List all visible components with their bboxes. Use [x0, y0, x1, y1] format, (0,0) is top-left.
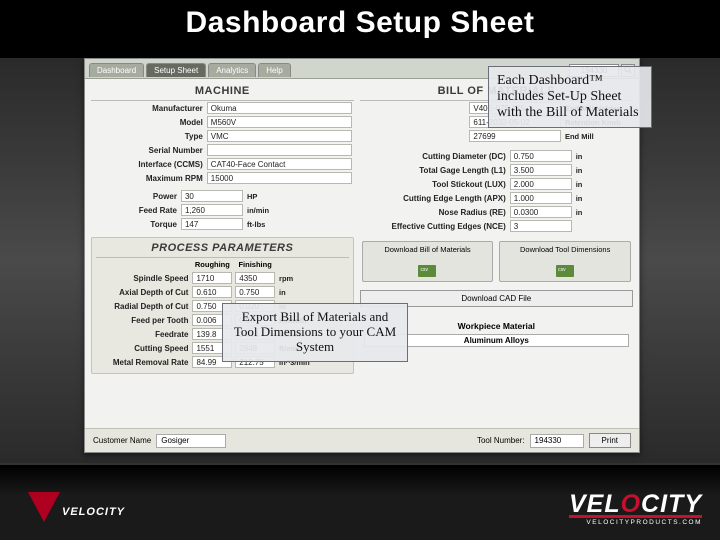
col-head-finishing: Finishing — [235, 260, 275, 269]
bom-sub-label: Cutting Diameter (DC) — [362, 152, 510, 161]
csv-icon — [556, 265, 574, 277]
tab-dashboard[interactable]: Dashboard — [89, 63, 144, 77]
bom-field[interactable]: 27699 — [469, 130, 561, 142]
manufacturer-field[interactable]: Okuma — [207, 102, 352, 114]
unit-label: in — [572, 180, 599, 189]
machine-label: Interface (CCMS) — [93, 160, 207, 169]
download-bom-button[interactable]: Download Bill of Materials — [362, 241, 494, 282]
slide-title: Dashboard Setup Sheet — [0, 6, 720, 40]
sub-label: Power — [93, 192, 181, 201]
footer-bar: Customer Name Gosiger Tool Number: 19433… — [85, 428, 639, 452]
bom-sub-field[interactable]: 1.000 — [510, 192, 572, 204]
tab-help[interactable]: Help — [258, 63, 290, 77]
logo-left: VELOCITY — [28, 486, 178, 522]
process-panel-title: PROCESS PARAMETERS — [96, 240, 349, 258]
machine-label: Model — [93, 118, 207, 127]
model-field[interactable]: M560V — [207, 116, 352, 128]
toolnum-field[interactable]: 194330 — [530, 434, 584, 448]
bom-sub-panel: Cutting Diameter (DC)0.750in Total Gage … — [360, 149, 633, 233]
proc-label: Radial Depth of Cut — [98, 302, 192, 311]
unit-label: in/min — [243, 206, 290, 215]
bom-desc: End Mill — [561, 132, 631, 141]
proc-label: Metal Removal Rate — [98, 358, 192, 367]
logo-right-text: VELOCITY — [569, 494, 702, 514]
proc-label: Spindle Speed — [98, 274, 192, 283]
unit-label: in — [572, 208, 599, 217]
proc-label: Axial Depth of Cut — [98, 288, 192, 297]
logo-right-sub: VELOCITYPRODUCTS.COM — [569, 519, 702, 526]
machine-label: Manufacturer — [93, 104, 207, 113]
bom-sub-label: Cutting Edge Length (APX) — [362, 194, 510, 203]
sub-label: Feed Rate — [93, 206, 181, 215]
power-field[interactable]: 30 — [181, 190, 243, 202]
machine-sub-panel: Power30HP Feed Rate1,260in/min Torque147… — [91, 189, 354, 231]
customer-field[interactable]: Gosiger — [156, 434, 226, 448]
interface-field[interactable]: CAT40-Face Contact — [207, 158, 352, 170]
sub-label: Torque — [93, 220, 181, 229]
unit-label: rpm — [275, 274, 325, 283]
proc-label: Cutting Speed — [98, 344, 192, 353]
bom-sub-label: Tool Stickout (LUX) — [362, 180, 510, 189]
torque-field[interactable]: 147 — [181, 218, 243, 230]
proc-field[interactable]: 0.610 — [192, 286, 232, 298]
logo-v-icon — [28, 492, 60, 522]
download-bom-label: Download Bill of Materials — [365, 246, 491, 262]
unit-label: in — [572, 166, 599, 175]
tab-setup-sheet[interactable]: Setup Sheet — [146, 63, 206, 77]
toolnum-label: Tool Number: — [477, 436, 525, 445]
bom-sub-field[interactable]: 2.000 — [510, 178, 572, 190]
unit-label: in — [572, 152, 599, 161]
callout-center: Export Bill of Materials and Tool Dimens… — [222, 303, 408, 362]
bom-sub-field[interactable]: 3.500 — [510, 164, 572, 176]
proc-field[interactable]: 0.750 — [235, 286, 275, 298]
feedrate-field[interactable]: 1,260 — [181, 204, 243, 216]
type-field[interactable]: VMC — [207, 130, 352, 142]
print-button[interactable]: Print — [589, 433, 631, 448]
unit-label: in — [572, 194, 599, 203]
bom-sub-field[interactable]: 0.750 — [510, 150, 572, 162]
proc-label: Feed per Tooth — [98, 316, 192, 325]
max-rpm-field[interactable]: 15000 — [207, 172, 352, 184]
machine-panel: ManufacturerOkuma ModelM560V TypeVMC Ser… — [91, 101, 354, 185]
csv-icon — [418, 265, 436, 277]
machine-label: Type — [93, 132, 207, 141]
customer-label: Customer Name — [93, 436, 151, 445]
bom-sub-label: Total Gage Length (L1) — [362, 166, 510, 175]
proc-label: Feedrate — [98, 330, 192, 339]
download-tool-label: Download Tool Dimensions — [502, 246, 628, 262]
proc-field[interactable]: 1710 — [192, 272, 232, 284]
machine-label: Serial Number — [93, 146, 207, 155]
logo-right: VELOCITY VELOCITYPRODUCTS.COM — [569, 494, 702, 526]
machine-label: Maximum RPM — [93, 174, 207, 183]
serial-field[interactable] — [207, 144, 352, 156]
unit-label: HP — [243, 192, 290, 201]
machine-panel-title: MACHINE — [91, 83, 354, 101]
proc-field[interactable]: 4350 — [235, 272, 275, 284]
callout-top-right: Each Dashboard™ includes Set-Up Sheet wi… — [488, 66, 652, 128]
downloads-panel: Download Bill of Materials Download Tool… — [360, 241, 633, 282]
unit-label: ft-lbs — [243, 220, 290, 229]
download-tool-button[interactable]: Download Tool Dimensions — [499, 241, 631, 282]
col-head-roughing: Roughing — [192, 260, 232, 269]
bom-sub-label: Effective Cutting Edges (NCE) — [362, 222, 510, 231]
tab-analytics[interactable]: Analytics — [208, 63, 256, 77]
bom-sub-label: Nose Radius (RE) — [362, 208, 510, 217]
unit-label: in — [275, 288, 325, 297]
bom-sub-field[interactable]: 0.0300 — [510, 206, 572, 218]
logo-left-text: VELOCITY — [62, 506, 125, 518]
bom-sub-field[interactable]: 3 — [510, 220, 572, 232]
